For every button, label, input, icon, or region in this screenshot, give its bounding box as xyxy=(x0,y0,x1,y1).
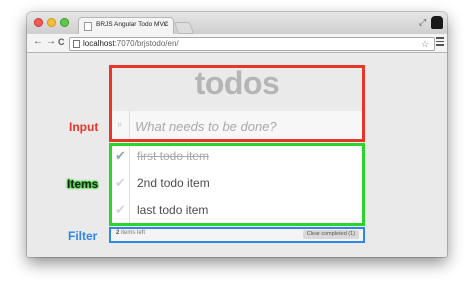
page-favicon-icon xyxy=(84,22,92,31)
back-arrow-icon[interactable]: ← xyxy=(33,36,43,47)
tab-close-icon[interactable]: × xyxy=(163,20,168,29)
profile-avatar-icon[interactable] xyxy=(431,16,443,29)
reload-icon[interactable]: C xyxy=(58,37,65,47)
address-host: localhost xyxy=(83,39,115,48)
browser-toolbar: ← → C localhost:7070/brjstodo/en/ ☆ xyxy=(27,34,447,53)
tab-title: BRJS Angular Todo MVC xyxy=(96,21,169,28)
new-tab-button[interactable] xyxy=(173,22,195,34)
filter-highlight-box xyxy=(109,227,365,243)
minimize-window-button[interactable] xyxy=(47,18,56,27)
menu-icon[interactable] xyxy=(436,37,444,47)
items-highlight-box xyxy=(109,143,365,226)
forward-arrow-icon[interactable]: → xyxy=(46,36,56,47)
address-url[interactable]: localhost:7070/brjstodo/en/ xyxy=(83,38,179,50)
address-path: :7070/brjstodo/en/ xyxy=(114,39,179,48)
page-icon xyxy=(73,40,80,48)
zoom-window-button[interactable] xyxy=(60,18,69,27)
close-window-button[interactable] xyxy=(34,18,43,27)
input-highlight-box xyxy=(109,65,365,142)
title-bar: BRJS Angular Todo MVC × ⤢ xyxy=(27,12,447,35)
fullscreen-icon[interactable]: ⤢ xyxy=(419,17,426,28)
input-annotation-label: Input xyxy=(69,120,99,134)
items-annotation-label: Items xyxy=(67,177,99,191)
address-bar[interactable]: localhost:7070/brjstodo/en/ ☆ xyxy=(69,37,435,51)
bookmark-star-icon[interactable]: ☆ xyxy=(421,38,429,50)
filter-annotation-label: Filter xyxy=(68,229,98,243)
tab-active[interactable]: BRJS Angular Todo MVC × xyxy=(78,17,174,35)
